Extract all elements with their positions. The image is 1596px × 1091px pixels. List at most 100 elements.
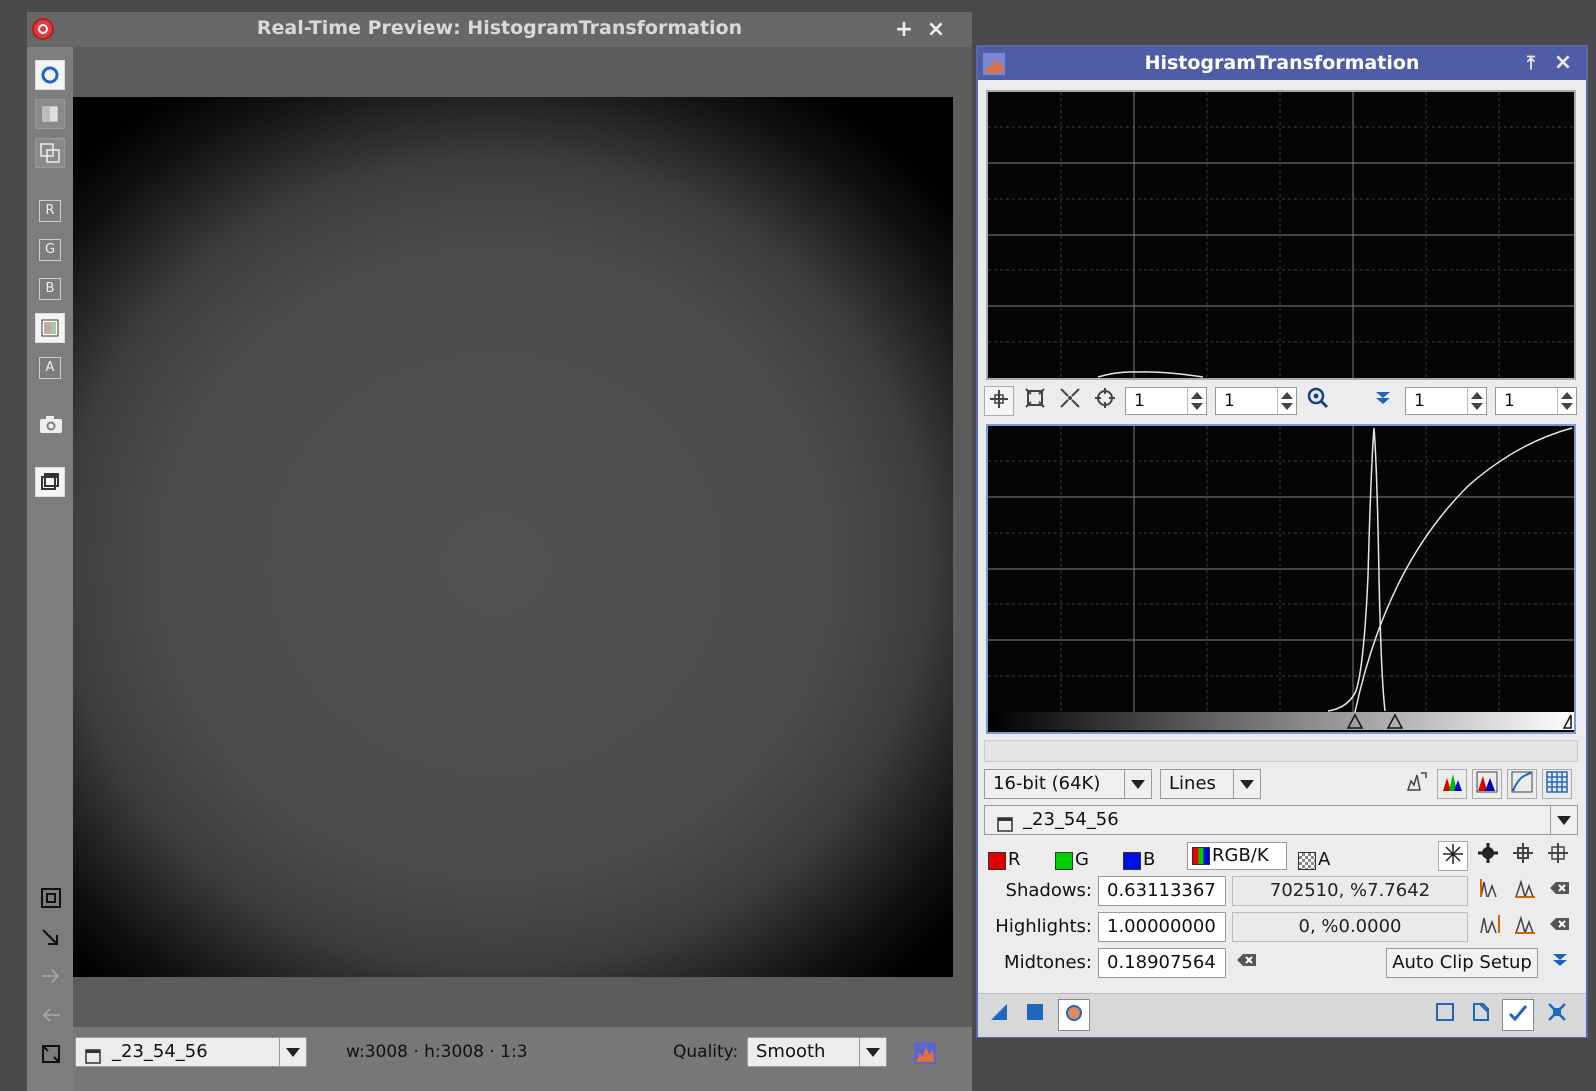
gradient-bar	[988, 712, 1574, 730]
zoom-fit-icon[interactable]	[40, 887, 62, 913]
chevron-down-icon[interactable]	[279, 1038, 306, 1066]
histogram-scroll-strip[interactable]	[984, 740, 1578, 762]
show-grid-icon[interactable]	[1542, 769, 1572, 799]
quality-value: Smooth	[756, 1041, 826, 1062]
channel-r-button[interactable]: R	[39, 200, 61, 222]
channel-b-button[interactable]: B	[39, 278, 61, 300]
output-histogram-curve	[1097, 371, 1204, 378]
chevron-down-icon[interactable]	[1124, 770, 1151, 798]
auto-clip-setup-button[interactable]: Auto Clip Setup	[1386, 948, 1538, 978]
shadows-input[interactable]: 0.63113367	[1098, 876, 1226, 906]
channel-rgbk-toggle[interactable]: RGB/K	[1187, 842, 1287, 870]
collapse-panels-icon[interactable]	[1542, 1000, 1572, 1030]
vertical-zoom-value: 1	[1224, 391, 1235, 411]
chevron-down-icon[interactable]	[1233, 770, 1260, 798]
apply-checkmark-icon[interactable]	[1502, 999, 1534, 1031]
preview-view-selector[interactable]: _23_54_56	[75, 1037, 307, 1067]
horizontal-zoom-spinner-2[interactable]: 1	[1405, 387, 1487, 415]
reject-saturated-icon[interactable]	[1402, 769, 1432, 799]
overlay-preview-icon[interactable]	[35, 138, 65, 168]
auto-highlights-icon[interactable]	[1475, 912, 1505, 942]
reset-shadows-icon[interactable]	[1545, 876, 1575, 906]
plus-icon[interactable]: +	[893, 19, 915, 41]
spin-arrows-icon[interactable]	[1277, 388, 1296, 414]
split-preview-icon[interactable]	[35, 99, 65, 129]
view-window-icon	[997, 813, 1013, 841]
spin-arrows-icon[interactable]	[1467, 388, 1486, 414]
camera-icon[interactable]	[38, 413, 64, 439]
fullscreen-icon[interactable]	[40, 1043, 62, 1069]
preview-mode-icon[interactable]	[35, 60, 65, 90]
pan-tool-icon[interactable]	[984, 386, 1014, 416]
preview-padding-bottom	[73, 977, 972, 1027]
target-view-select[interactable]: _23_54_56	[984, 805, 1578, 835]
reset-instance-icon[interactable]	[1466, 1000, 1496, 1030]
apply-global-icon[interactable]	[1020, 1000, 1050, 1030]
preview-image[interactable]	[73, 97, 953, 977]
vertical-zoom-spinner-2[interactable]: 1	[1495, 387, 1577, 415]
zoom-out-diagonal-icon[interactable]	[40, 927, 62, 953]
resolution-select[interactable]: 16-bit (64K)	[984, 769, 1152, 799]
new-instance-icon[interactable]	[984, 1000, 1014, 1030]
channel-rgb-icon[interactable]	[35, 313, 65, 343]
zero-shadows-icon[interactable]	[1438, 841, 1468, 871]
auto-clip-icon[interactable]	[1473, 841, 1503, 871]
shadows-clip-icon[interactable]	[1510, 876, 1540, 906]
real-time-preview-window: Real-Time Preview: HistogramTransformati…	[27, 12, 972, 1091]
browse-documentation-icon[interactable]	[1430, 1000, 1460, 1030]
highlights-clip-icon[interactable]	[1510, 912, 1540, 942]
auto-clip-shadows-icon[interactable]	[1508, 841, 1538, 871]
auto-shadows-icon[interactable]	[1475, 876, 1505, 906]
channel-g-label: G	[1075, 849, 1089, 870]
reset-midtones-icon[interactable]	[1232, 948, 1262, 978]
histogram-process-icon[interactable]	[913, 1041, 937, 1069]
show-rgb-icon[interactable]	[1472, 769, 1502, 799]
real-time-preview-icon[interactable]	[1058, 999, 1090, 1031]
channel-a-button[interactable]: A	[39, 357, 61, 379]
graph-style-select[interactable]: Lines	[1160, 769, 1261, 799]
zoom-out-tool-icon[interactable]	[1055, 386, 1085, 416]
preview-padding-top	[73, 47, 972, 97]
graph-style-value: Lines	[1169, 773, 1216, 794]
show-channels-icon[interactable]	[1437, 769, 1467, 799]
midtones-label: Midtones:	[1004, 952, 1092, 973]
chevron-down-icon[interactable]	[1550, 806, 1577, 834]
show-curve-icon[interactable]	[1507, 769, 1537, 799]
output-histogram-plot[interactable]	[986, 90, 1576, 380]
preview-title-bar[interactable]: Real-Time Preview: HistogramTransformati…	[27, 12, 972, 48]
input-histogram-plot[interactable]	[986, 424, 1576, 734]
auto-clip-highlights-icon[interactable]	[1543, 841, 1573, 871]
histogram-window-title: HistogramTransformation	[1144, 52, 1420, 74]
zoom-reset-icon[interactable]	[1090, 386, 1120, 416]
rgb-swatch-icon	[1192, 847, 1210, 865]
forward-arrow-icon[interactable]	[40, 965, 62, 991]
spin-arrows-icon[interactable]	[1557, 388, 1576, 414]
channel-a-label: A	[1318, 849, 1331, 870]
chevron-down-icon[interactable]	[859, 1038, 886, 1066]
expand-down-icon[interactable]	[1368, 386, 1398, 416]
channel-r-label: R	[1008, 849, 1021, 870]
shadows-label: Shadows:	[1005, 880, 1092, 901]
horizontal-zoom-spinner[interactable]: 1	[1125, 387, 1207, 415]
magnifier-icon[interactable]	[1303, 386, 1333, 416]
channel-rgbk-label: RGB/K	[1212, 845, 1269, 866]
new-window-icon[interactable]	[35, 467, 65, 497]
quality-label: Quality:	[673, 1042, 739, 1062]
alpha-swatch	[1298, 852, 1316, 870]
expand-down-icon[interactable]	[1545, 948, 1575, 978]
highlights-input[interactable]: 1.00000000	[1098, 912, 1226, 942]
spin-arrows-icon[interactable]	[1187, 388, 1206, 414]
vertical-zoom-spinner[interactable]: 1	[1215, 387, 1297, 415]
back-arrow-icon[interactable]	[40, 1004, 62, 1030]
midtones-input[interactable]: 0.18907564	[1098, 948, 1226, 978]
reset-highlights-icon[interactable]	[1545, 912, 1575, 942]
zoom-in-tool-icon[interactable]	[1020, 386, 1050, 416]
channel-g-button[interactable]: G	[39, 239, 61, 261]
quality-select[interactable]: Smooth	[747, 1037, 887, 1067]
histogram-title-bar[interactable]: HistogramTransformation ⤒ ×	[978, 47, 1586, 80]
close-icon[interactable]: ×	[925, 19, 947, 41]
process-toolbar	[978, 993, 1586, 1037]
close-icon[interactable]: ×	[1552, 52, 1574, 74]
shade-window-icon[interactable]: ⤒	[1520, 53, 1542, 75]
red-swatch	[988, 852, 1006, 870]
